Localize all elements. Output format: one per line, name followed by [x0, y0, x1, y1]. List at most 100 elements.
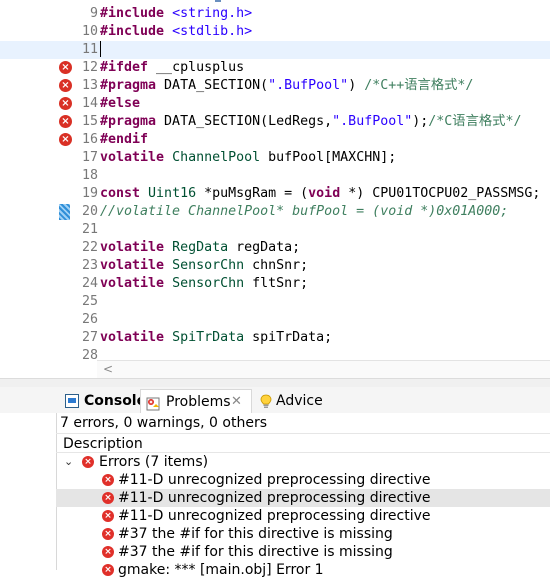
error-icon[interactable]: × — [59, 115, 72, 128]
problem-row[interactable]: × gmake: *** [main.obj] Error 1 — [56, 561, 550, 579]
panel-tab-bar: Console Problems ✕ Advice — [0, 387, 550, 414]
problem-description: gmake: *** [main.obj] Error 1 — [118, 562, 324, 578]
code-text[interactable]: #include <string.h> — [100, 5, 252, 23]
code-token: *) CPU01TOCPU02_PASSMSG; — [340, 186, 541, 201]
code-token: volatile — [100, 330, 165, 345]
code-token: Uint16 — [148, 186, 197, 201]
code-line[interactable]: 21 — [0, 221, 550, 239]
code-text[interactable]: #pragma DATA_SECTION(".BufPool") /*C++语言… — [100, 77, 473, 95]
description-column-header[interactable]: Description — [56, 433, 550, 453]
code-line[interactable]: 20//volatile ChannelPool* bufPool = (voi… — [0, 203, 550, 221]
code-token: chnSnr; — [244, 258, 309, 273]
code-line[interactable]: 26 — [0, 311, 550, 329]
code-token: ".BufPool" — [268, 78, 349, 93]
console-icon — [65, 394, 79, 408]
tab-problems[interactable]: Problems ✕ — [140, 389, 252, 414]
line-number: 20 — [81, 204, 98, 219]
problem-row[interactable]: × #11-D unrecognized preprocessing direct… — [56, 489, 550, 507]
code-line[interactable]: 17 volatile ChannelPool bufPool[MAXCHN]; — [0, 149, 550, 167]
code-line[interactable]: 10 #include <stdlib.h> — [0, 23, 550, 41]
horizontal-scrollbar[interactable]: < — [97, 360, 550, 378]
code-text[interactable]: const Uint16 *puMsgRam = (void *) CPU01T… — [100, 185, 540, 203]
code-text[interactable]: #ifdef __cplusplus — [100, 59, 244, 77]
code-token: volatile — [100, 276, 165, 291]
line-number: 18 — [81, 168, 98, 183]
bookmark-icon[interactable] — [59, 204, 70, 220]
code-line[interactable]: 22 volatile RegData regData; — [0, 239, 550, 257]
problem-row[interactable]: × #37 the #if for this directive is missi… — [56, 543, 550, 561]
code-text[interactable]: #pragma DATA_SECTION(LedRegs,".BufPool")… — [100, 113, 521, 131]
error-icon: × — [102, 528, 114, 540]
code-text[interactable]: volatile SpiTrData spiTrData; — [100, 329, 332, 347]
problem-description: #37 the #if for this directive is missin… — [118, 526, 393, 542]
line-number: 12 — [81, 60, 98, 75]
problem-row[interactable]: × #11-D unrecognized preprocessing direct… — [56, 507, 550, 525]
code-token: const — [100, 186, 141, 201]
error-icon[interactable]: × — [59, 79, 72, 92]
code-text[interactable]: volatile SensorChn fltSnr; — [100, 275, 308, 293]
code-text[interactable]: #endif — [100, 131, 148, 149]
panel-divider[interactable] — [0, 378, 550, 387]
code-line[interactable]: 23 volatile SensorChn chnSnr; — [0, 257, 550, 275]
code-text[interactable]: volatile RegData regData; — [100, 239, 300, 257]
errors-group-label: Errors (7 items) — [99, 454, 209, 470]
code-text[interactable]: //volatile ChannelPool* bufPool = (void … — [100, 203, 508, 221]
tab-problems-label: Problems — [166, 394, 231, 410]
code-line[interactable]: × 12 #ifdef __cplusplus — [0, 59, 550, 77]
close-icon[interactable]: ✕ — [231, 390, 242, 414]
errors-group-row[interactable]: ⌄ × Errors (7 items) — [56, 453, 550, 471]
code-token: <string.h> — [172, 6, 253, 21]
error-icon[interactable]: × — [59, 61, 72, 74]
error-icon: × — [102, 510, 114, 522]
error-icon[interactable]: × — [59, 97, 72, 110]
error-icon: × — [82, 456, 94, 468]
chevron-down-icon[interactable]: ⌄ — [64, 453, 73, 471]
code-text[interactable]: volatile SensorChn chnSnr; — [100, 257, 308, 275]
problem-row[interactable]: × #11-D unrecognized preprocessing direct… — [56, 471, 550, 489]
code-token: /*C语言格式*/ — [428, 114, 522, 129]
code-text[interactable] — [100, 41, 101, 60]
line-number: 13 — [81, 78, 98, 93]
tab-advice-label: Advice — [276, 393, 323, 409]
code-text[interactable]: #include <stdlib.h> — [100, 23, 252, 41]
code-line[interactable]: 9 #include <string.h> — [0, 5, 550, 23]
code-line[interactable]: 25 — [0, 293, 550, 311]
code-token: #include — [100, 6, 165, 21]
code-token: DATA_SECTION( — [156, 78, 269, 93]
code-token: <stdlib.h> — [172, 24, 253, 39]
code-token: bufPool[MAXCHN]; — [260, 150, 397, 165]
code-line[interactable]: 11 — [0, 41, 550, 59]
line-number: 23 — [81, 258, 98, 273]
code-token: ChannelPool — [172, 150, 261, 165]
error-icon: × — [102, 564, 114, 576]
code-token: //volatile ChannelPool* bufPool = (void … — [100, 204, 509, 219]
code-line[interactable]: × 14 #else — [0, 95, 550, 113]
code-token: fltSnr; — [244, 276, 309, 291]
error-icon[interactable]: × — [59, 133, 72, 146]
code-line[interactable]: × 15 #pragma DATA_SECTION(LedRegs,".BufPoo… — [0, 113, 550, 131]
code-line[interactable]: 19 const Uint16 *puMsgRam = (void *) CPU0… — [0, 185, 550, 203]
tab-console[interactable]: Console — [60, 389, 146, 413]
code-editor[interactable]: 9 #include <string.h> 10 #include <stdlib.h… — [0, 0, 550, 378]
line-number: 27 — [81, 330, 98, 345]
code-line[interactable]: 18 — [0, 167, 550, 185]
code-line[interactable]: × 13 #pragma DATA_SECTION(".BufPool") /*C+… — [0, 77, 550, 95]
code-token: SpiTrData — [172, 330, 245, 345]
code-line[interactable]: 27 volatile SpiTrData spiTrData; — [0, 329, 550, 347]
tab-advice[interactable]: Advice — [254, 389, 324, 413]
code-text[interactable]: volatile ChannelPool bufPool[MAXCHN]; — [100, 149, 396, 167]
code-token: SensorChn — [172, 258, 245, 273]
line-number: 28 — [81, 348, 98, 363]
code-text[interactable]: #else — [100, 95, 140, 113]
code-token: SensorChn — [172, 276, 245, 291]
scroll-left-arrow-icon[interactable]: < — [103, 362, 113, 376]
code-line[interactable]: × 16 #endif — [0, 131, 550, 149]
code-line[interactable]: 24 volatile SensorChn fltSnr; — [0, 275, 550, 293]
problem-row[interactable]: × #37 the #if for this directive is missi… — [56, 525, 550, 543]
problem-description: #37 the #if for this directive is missin… — [118, 544, 393, 560]
